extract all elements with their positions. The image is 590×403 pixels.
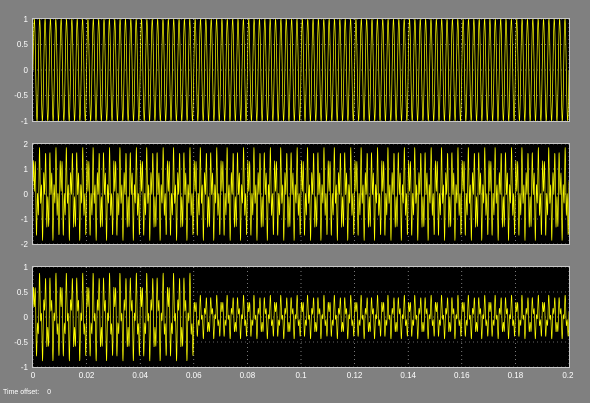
x-tick-label: 0.1 bbox=[295, 371, 307, 380]
axes-2-ytick-label: 1 bbox=[23, 164, 28, 174]
axes-2-ytick-label: 0 bbox=[23, 189, 28, 199]
axes-3-ytick-label: -0.5 bbox=[14, 337, 28, 347]
axes-1-ytick-label: 0 bbox=[23, 65, 28, 75]
axes-1-ytick-label: 0.5 bbox=[16, 40, 28, 49]
scope-window: 1 0.5 0 -0.5 -1 2 1 0 -1 -2 1 0.5 0 -0.5 -1 0 0.02 0.04 0… bbox=[0, 0, 590, 403]
x-tick-label: 0.04 bbox=[132, 371, 148, 380]
axes-3-plot bbox=[33, 267, 569, 367]
axes-3 bbox=[32, 266, 570, 368]
x-tick-label: 0 bbox=[30, 371, 36, 380]
x-tick-label: 0.06 bbox=[186, 371, 202, 380]
axes-3-ytick-label: 1 bbox=[23, 262, 28, 272]
time-offset-readout: Time offset: 0 bbox=[3, 389, 57, 396]
axes-1-ytick-label: 1 bbox=[23, 14, 28, 24]
time-offset-value: 0 bbox=[47, 389, 52, 396]
x-tick-label: 0.18 bbox=[507, 371, 524, 380]
axes-2-ytick-label: -2 bbox=[20, 239, 28, 249]
axes-3-ytick-label: 0.5 bbox=[16, 287, 28, 297]
x-tick-label: 0.2 bbox=[562, 371, 574, 380]
axes-1 bbox=[32, 18, 570, 122]
x-tick-label: 0.02 bbox=[78, 371, 95, 380]
axes-2 bbox=[32, 143, 570, 245]
x-tick-label: 0.14 bbox=[400, 371, 416, 380]
axes-3-ytick-label: -1 bbox=[20, 362, 28, 372]
x-tick-label: 0.12 bbox=[346, 371, 363, 380]
axes-2-ytick-label: -1 bbox=[20, 214, 28, 224]
axes-2-ytick-label: 2 bbox=[23, 139, 28, 149]
axes-2-plot bbox=[33, 144, 569, 244]
axes-1-ytick-label: -0.5 bbox=[14, 91, 28, 100]
axes-1-plot bbox=[33, 19, 569, 121]
axes-1-ytick-label: -1 bbox=[20, 116, 28, 126]
axes-2-signal-line bbox=[33, 147, 569, 241]
axes-3-ytick-label: 0 bbox=[23, 312, 28, 322]
time-offset-label: Time offset: bbox=[3, 389, 40, 396]
axes-1-signal-line bbox=[33, 19, 569, 121]
x-tick-label: 0.08 bbox=[239, 371, 256, 380]
x-tick-label: 0.16 bbox=[454, 371, 470, 380]
